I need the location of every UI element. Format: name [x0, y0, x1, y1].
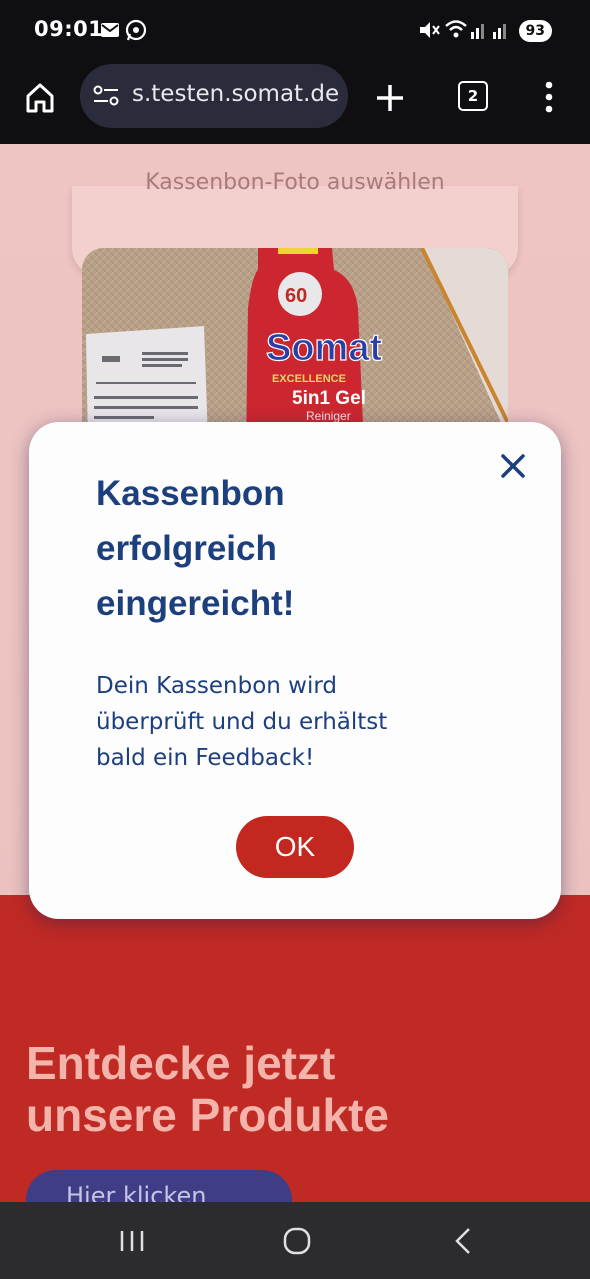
- signal-icon: [471, 24, 484, 39]
- recent-apps-icon[interactable]: [118, 1228, 146, 1254]
- dialog-message-line: Dein Kassenbon wird: [96, 673, 338, 699]
- dialog-title-line: Kassenbon: [96, 474, 285, 513]
- status-time: 09:01: [34, 17, 104, 41]
- back-icon[interactable]: [452, 1226, 474, 1256]
- bottle-line: EXCELLENCE: [272, 373, 346, 385]
- wifi-icon: [445, 20, 467, 38]
- browser-toolbar: s.testen.somat.de 2: [0, 62, 590, 144]
- status-bar: 09:01 93: [0, 0, 590, 62]
- ok-button[interactable]: OK: [236, 816, 354, 878]
- bottle-product: 5in1 Gel: [292, 388, 366, 409]
- system-nav-bar: [0, 1202, 590, 1279]
- more-icon[interactable]: [542, 80, 556, 114]
- site-settings-icon[interactable]: [92, 84, 120, 108]
- tabs-icon[interactable]: 2: [458, 81, 488, 111]
- close-icon[interactable]: [497, 450, 529, 482]
- home-nav-icon[interactable]: [282, 1226, 312, 1256]
- dialog-message-line: bald ein Feedback!: [96, 745, 315, 771]
- mute-icon: [420, 22, 440, 38]
- upload-receipt-label: Kassenbon-Foto auswählen: [145, 170, 445, 195]
- signal-icon: [493, 24, 506, 39]
- home-icon[interactable]: [24, 82, 56, 114]
- dialog-message-line: überprüft und du erhältst: [96, 709, 388, 735]
- promo-title: Entdecke jetzt unsere Produkte: [26, 1037, 389, 1141]
- new-tab-icon[interactable]: [374, 82, 406, 114]
- bottle-badge: 60: [285, 285, 307, 307]
- dialog-message: Dein Kassenbon wird überprüft und du erh…: [96, 668, 496, 776]
- mail-icon: [101, 23, 119, 37]
- promo-title-line: unsere Produkte: [26, 1089, 389, 1141]
- whatsapp-icon: [125, 19, 147, 41]
- bottle-brand: Somat: [266, 327, 382, 369]
- promo-title-line: Entdecke jetzt: [26, 1037, 336, 1089]
- success-dialog: Kassenbon erfolgreich eingereicht! Dein …: [29, 422, 561, 919]
- dialog-title-line: erfolgreich: [96, 529, 277, 568]
- url-text[interactable]: s.testen.somat.de: [132, 81, 339, 107]
- battery-indicator: 93: [518, 20, 552, 42]
- dialog-title: Kassenbon erfolgreich eingereicht!: [96, 466, 456, 631]
- bottle-sub: Reiniger: [306, 409, 351, 423]
- dialog-title-line: eingereicht!: [96, 584, 295, 623]
